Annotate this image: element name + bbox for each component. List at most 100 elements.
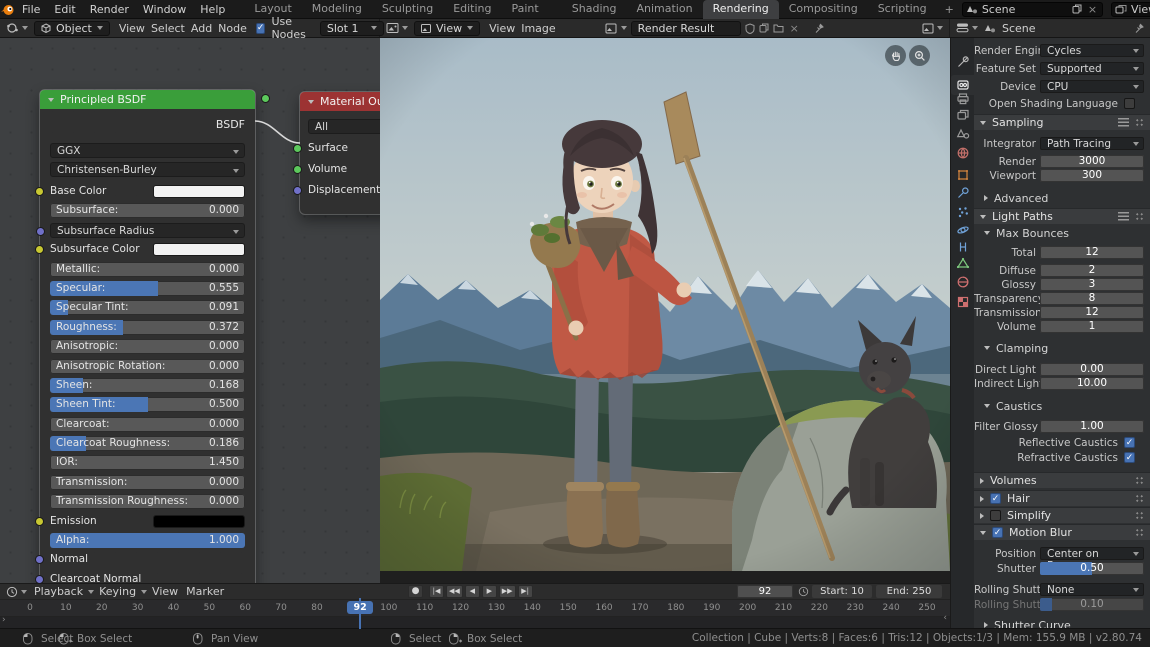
- workspace-tab-texture-paint[interactable]: Texture Paint: [502, 0, 562, 19]
- node-socket-purple[interactable]: [35, 555, 44, 565]
- slot-dropdown[interactable]: Slot 1: [319, 20, 384, 36]
- section-simplify[interactable]: Simplify: [974, 507, 1150, 523]
- jump-end-button[interactable]: ▶|: [517, 585, 533, 598]
- timeline-ruler[interactable]: 92 0102030405060708090100110120130140150…: [0, 600, 950, 617]
- shader-menu-select[interactable]: Select: [148, 22, 188, 35]
- timeline-track[interactable]: › ‹: [0, 613, 950, 628]
- properties-tab-scene[interactable]: [951, 124, 975, 144]
- bsdf-row-transmission[interactable]: Transmission: 0.000: [50, 474, 245, 490]
- record-button[interactable]: ●: [408, 585, 423, 598]
- open-folder-icon[interactable]: [773, 23, 784, 33]
- workspace-tab-modeling[interactable]: Modeling: [302, 0, 372, 19]
- new-scene-icon[interactable]: [1072, 4, 1082, 14]
- expand-left-icon[interactable]: ›: [2, 615, 6, 625]
- menu-help[interactable]: Help: [193, 0, 232, 19]
- bsdf-row-base-color[interactable]: Base Color: [35, 184, 245, 199]
- section-light-paths[interactable]: Light Paths: [974, 208, 1150, 224]
- bsdf-row-subsurface-color[interactable]: Subsurface Color: [35, 242, 245, 257]
- bsdf-row-alpha[interactable]: Alpha: 1.000: [50, 533, 245, 549]
- node-socket-yellow[interactable]: [35, 187, 44, 196]
- bsdf-row-sheen[interactable]: Sheen: 0.168: [50, 377, 245, 393]
- editor-type-properties-icon[interactable]: [956, 22, 978, 34]
- image-menu-image[interactable]: Image: [518, 22, 558, 35]
- bsdf-row-emission[interactable]: Emission: [35, 514, 245, 529]
- properties-tab-material[interactable]: [951, 272, 975, 292]
- collapse-right-icon[interactable]: ‹: [943, 613, 947, 623]
- device-dropdown[interactable]: CPU: [1040, 80, 1144, 93]
- node-socket-green[interactable]: [293, 165, 302, 174]
- render-field[interactable]: 3000: [1040, 155, 1144, 168]
- timeline-menu-view[interactable]: View: [149, 585, 181, 598]
- color-swatch[interactable]: [153, 185, 245, 198]
- workspace-tab-scripting[interactable]: Scripting: [868, 0, 937, 19]
- object-mode-dropdown[interactable]: Object: [34, 20, 110, 36]
- node-socket-yellow[interactable]: [35, 516, 44, 526]
- unlink-image-button[interactable]: ×: [788, 22, 801, 35]
- drag-dots-icon[interactable]: [1135, 118, 1144, 127]
- output-row-volume[interactable]: Volume: [293, 162, 380, 177]
- properties-tab-modifiers[interactable]: [951, 183, 975, 203]
- properties-tab-object[interactable]: [951, 165, 975, 185]
- prev-keyframe-button[interactable]: ◀◀: [446, 585, 463, 598]
- timeline-editor[interactable]: Playback Keying View Marker ● |◀ ◀◀ ◀ ▶ ▶▶ ▶| 92 …: [0, 583, 950, 629]
- subsection-advanced[interactable]: Advanced: [984, 191, 1144, 205]
- node-socket-purple[interactable]: [293, 186, 302, 195]
- frame-end-field[interactable]: End: 250: [876, 585, 942, 598]
- display-channels-dropdown[interactable]: [922, 23, 943, 34]
- section-motion-blur[interactable]: ✓ Motion Blur: [974, 524, 1150, 540]
- menu-edit[interactable]: Edit: [47, 0, 82, 19]
- workspace-tab-animation[interactable]: Animation: [626, 0, 702, 19]
- position-dropdown[interactable]: Center on Frame: [1040, 547, 1144, 572]
- output-node-header[interactable]: Material Out ×: [300, 92, 380, 111]
- color-swatch[interactable]: [153, 243, 245, 257]
- bsdf-row-specular-tint[interactable]: Specular Tint: 0.091: [50, 300, 245, 316]
- subsurface-method-dropdown[interactable]: Christensen-Burley: [50, 162, 245, 177]
- timeline-menu-playback[interactable]: Playback: [31, 585, 86, 598]
- drag-dots-icon[interactable]: [1135, 212, 1144, 221]
- unlink-scene-button[interactable]: ×: [1086, 3, 1099, 16]
- output-target-dropdown[interactable]: All: [308, 119, 380, 134]
- bsdf-row-anisotropic-rotation[interactable]: Anisotropic Rotation: 0.000: [50, 358, 245, 374]
- current-frame-field[interactable]: 92: [737, 585, 793, 598]
- volume-field[interactable]: 1: [1040, 320, 1144, 333]
- render-engine-dropdown[interactable]: Cycles: [1040, 44, 1144, 57]
- section-volumes[interactable]: Volumes: [974, 472, 1150, 488]
- zoom-view-button[interactable]: [909, 45, 930, 66]
- simplify-checkbox[interactable]: [990, 510, 1001, 521]
- distribution-dropdown[interactable]: GGX: [50, 143, 245, 158]
- bsdf-row-anisotropic[interactable]: Anisotropic: 0.000: [50, 339, 245, 355]
- subsection-caustics[interactable]: Caustics: [984, 399, 1144, 413]
- workspace-tab-sculpting[interactable]: Sculpting: [372, 0, 443, 19]
- shader-menu-add[interactable]: Add: [188, 22, 215, 35]
- shader-node-editor[interactable]: Principled BSDF BSDF GGX Christensen-Bur…: [0, 38, 380, 583]
- drag-dots-icon[interactable]: [1135, 494, 1144, 503]
- presets-icon[interactable]: [1118, 212, 1129, 221]
- frame-start-field[interactable]: Start: 10: [812, 585, 872, 598]
- bsdf-node-header[interactable]: Principled BSDF: [40, 90, 255, 109]
- workspace-tab-rendering[interactable]: Rendering: [702, 0, 779, 19]
- use-nodes-checkbox[interactable]: ✓: [255, 22, 266, 34]
- properties-tab-particles[interactable]: [951, 202, 975, 222]
- bsdf-row-metallic[interactable]: Metallic: 0.000: [50, 261, 245, 277]
- color-swatch[interactable]: [153, 514, 245, 528]
- properties-tab-world[interactable]: [951, 143, 975, 163]
- node-socket-yellow[interactable]: [35, 245, 44, 255]
- presets-icon[interactable]: [1118, 118, 1129, 127]
- next-keyframe-button[interactable]: ▶▶: [498, 585, 516, 598]
- indirect-light-field[interactable]: 10.00: [1040, 377, 1144, 390]
- bsdf-row-sheen-tint[interactable]: Sheen Tint: 0.500: [50, 397, 245, 413]
- image-name-field[interactable]: Render Result: [630, 20, 741, 36]
- bsdf-row-transmission-roughness[interactable]: Transmission Roughness: 0.000: [50, 494, 245, 510]
- image-mode-dropdown[interactable]: View: [414, 20, 481, 36]
- drag-dots-icon[interactable]: [1135, 476, 1144, 485]
- play-button[interactable]: ▶: [481, 585, 497, 598]
- glossy-field[interactable]: 3: [1040, 278, 1144, 291]
- add-workspace-button[interactable]: +: [937, 3, 962, 16]
- total-field[interactable]: 12: [1040, 246, 1144, 259]
- rolling-shutter-dur-slider[interactable]: 0.10: [1040, 598, 1144, 611]
- subsection-clamping[interactable]: Clamping: [984, 341, 1144, 355]
- direct-light-field[interactable]: 0.00: [1040, 363, 1144, 376]
- open-shading-language-checkbox[interactable]: [1124, 98, 1135, 109]
- reflective-caustics-checkbox[interactable]: ✓: [1124, 437, 1135, 448]
- properties-tab-tool[interactable]: [951, 52, 975, 72]
